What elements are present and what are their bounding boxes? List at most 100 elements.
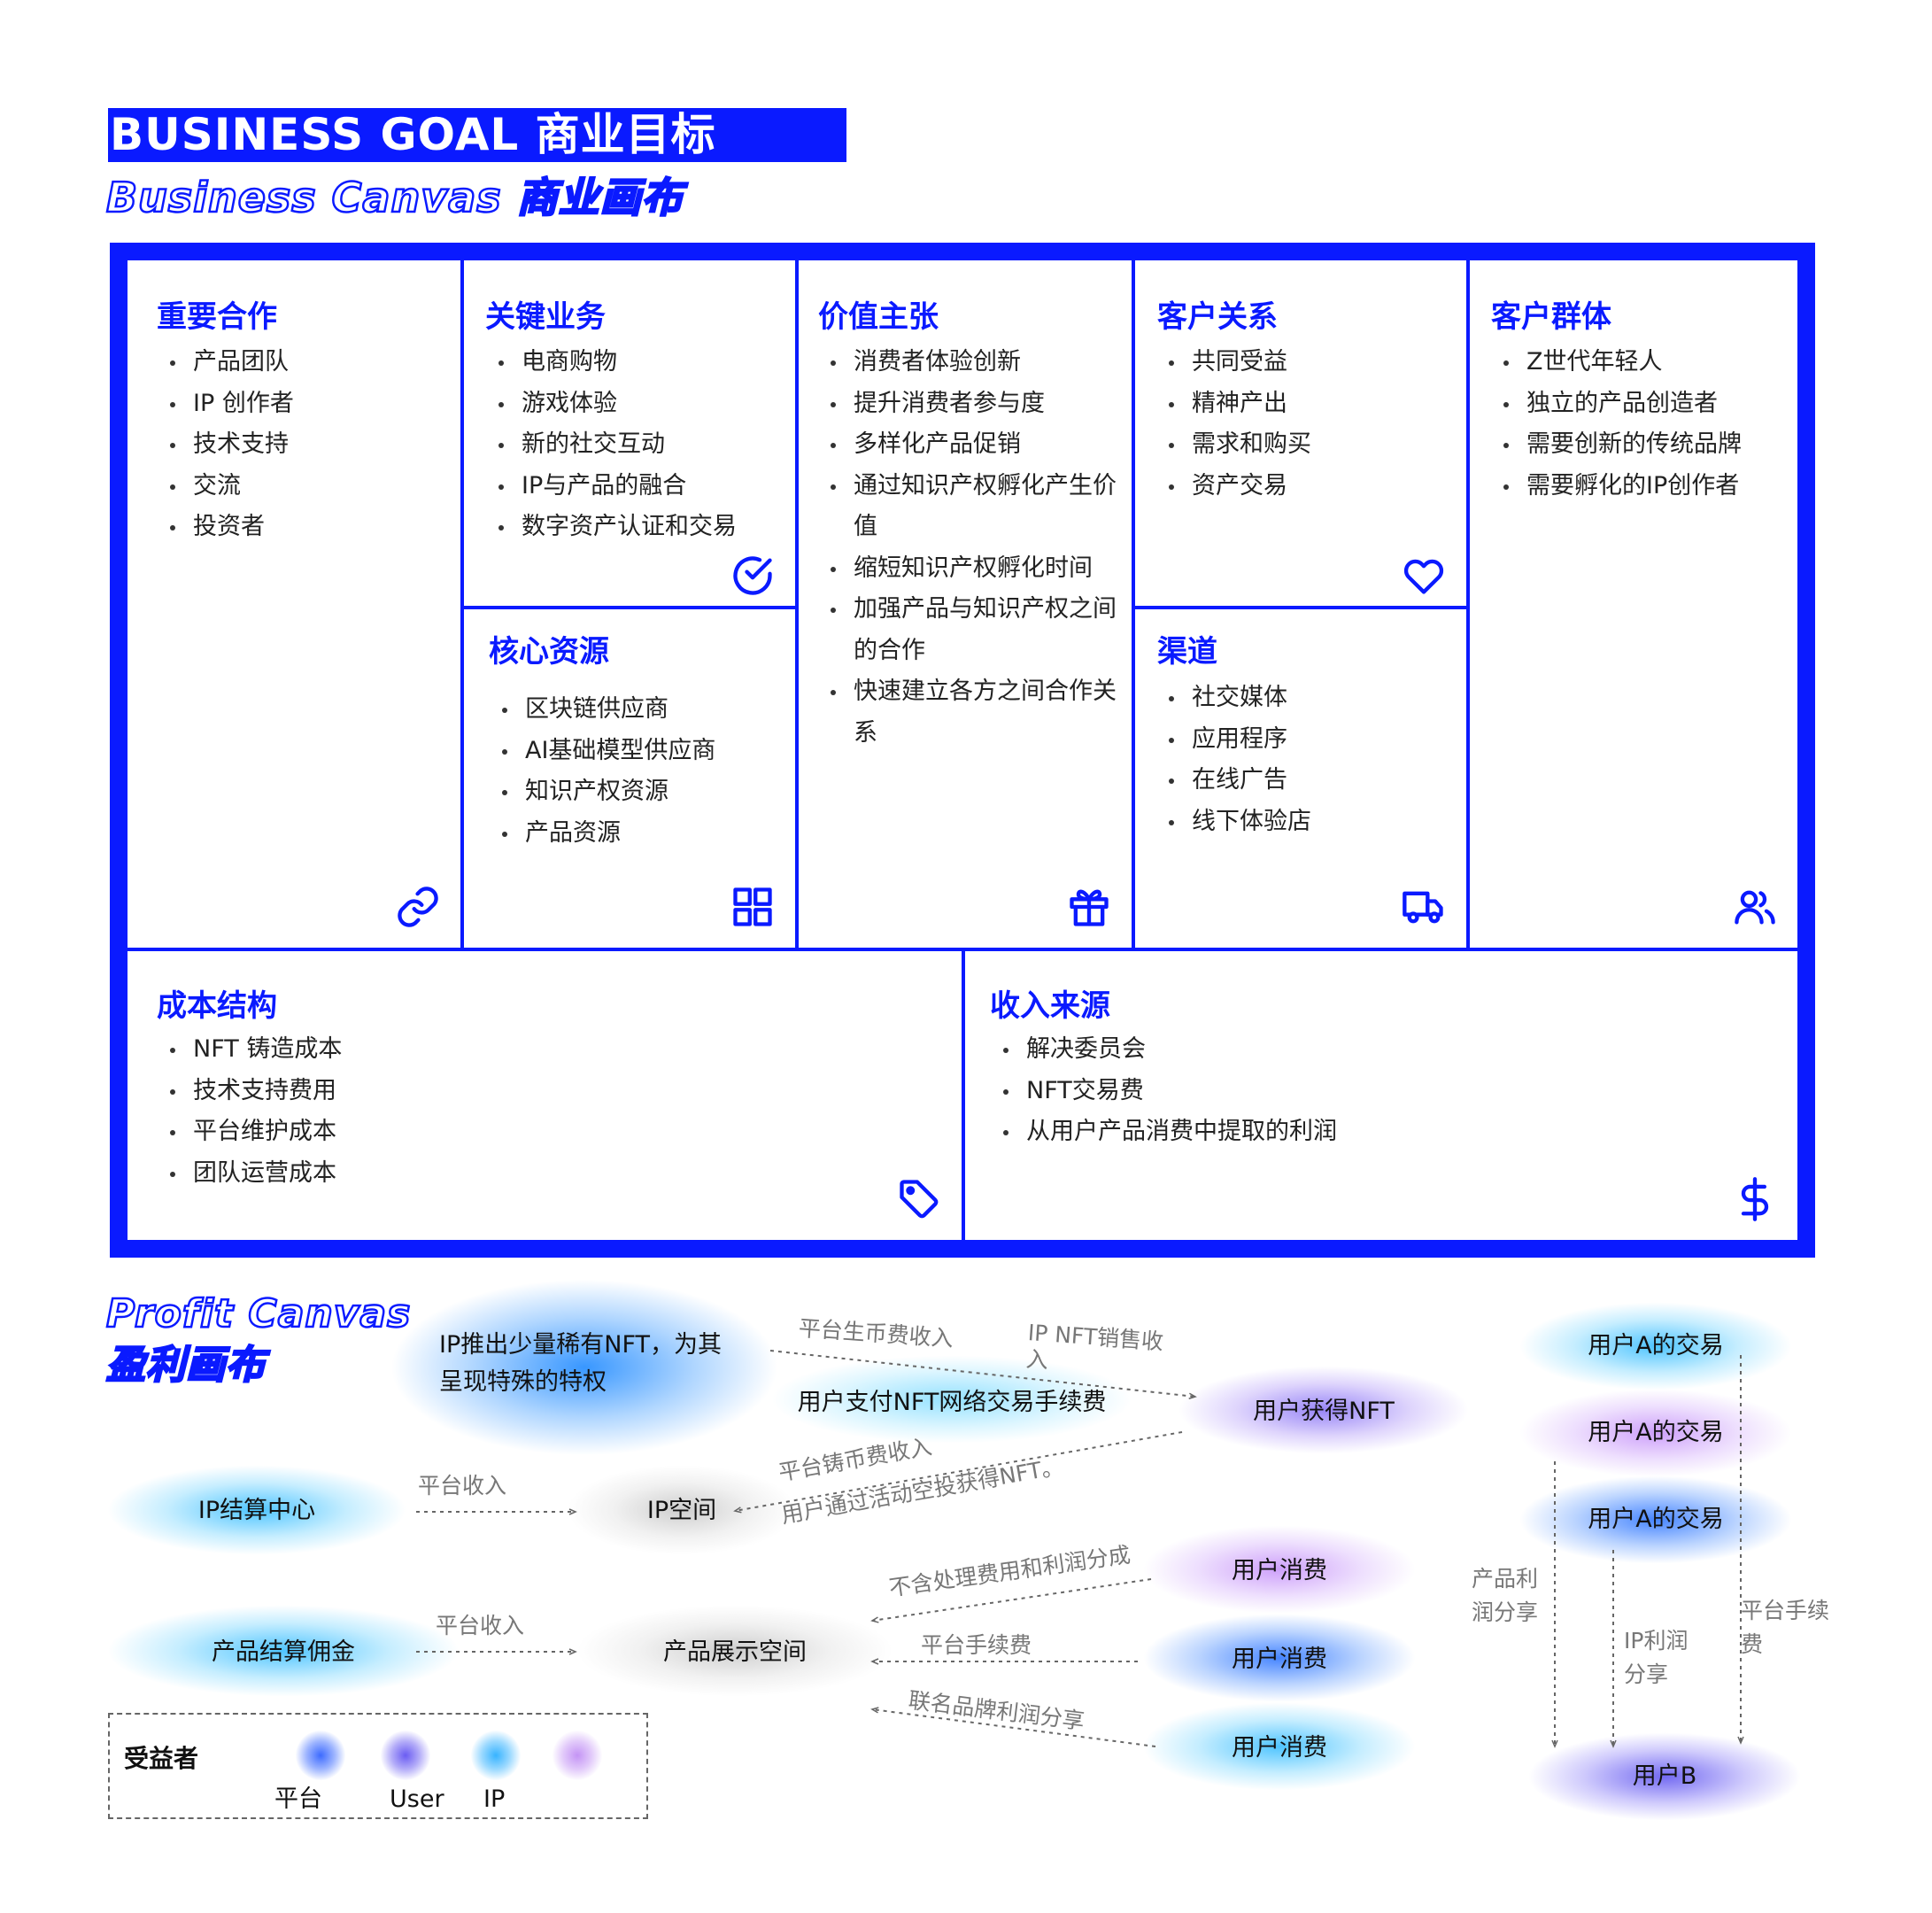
key-resources-list: 区块链供应商 AI基础模型供应商 知识产权资源 产品资源 [500,689,715,854]
node-user-a-tx-2: 用户A的交易 [1588,1419,1724,1446]
node-product-commission: 产品结算佣金 [212,1638,355,1666]
node-user-pays-fee: 用户支付NFT网络交易手续费 [797,1389,1107,1416]
heart-icon [1401,553,1447,599]
node-user-a-tx-1: 用户A的交易 [1588,1332,1724,1359]
legend-dot-ip [471,1731,521,1780]
list-item: 游戏体验 [497,383,737,425]
key-activities-title: 关键业务 [485,299,606,335]
profit-canvas-title-en: Profit Canvas [105,1290,412,1338]
key-partners-list: 产品团队 IP 创作者 技术支持 交流 投资者 [168,342,294,548]
value-propositions-list: 消费者体验创新 提升消费者参与度 多样化产品促销 通过知识产权孵化产生价值 缩短… [829,342,1121,754]
legend-label-platform: 平台 [274,1785,322,1813]
edge-label-platform-income-1: 平台收入 [418,1473,507,1499]
list-item: 消费者体验创新 [829,342,1121,383]
list-item: 需要孵化的IP创作者 [1502,466,1758,507]
value-propositions-title: 价值主张 [818,299,939,335]
list-item: 电商购物 [497,342,737,383]
business-canvas-frame: 重要合作 产品团队 IP 创作者 技术支持 交流 投资者 关键业务 电商购物 游… [110,243,1815,1258]
beneficiary-legend: 受益者 平台 User IP [108,1713,648,1819]
list-item: 社交媒体 [1167,678,1311,719]
cost-structure-cell: 成本结构 NFT 铸造成本 技术支持费用 平台维护成本 团队运营成本 [128,951,962,1240]
customer-relationships-cell: 客户关系 共同受益 精神产出 需求和购买 资产交易 [1135,260,1466,606]
users-icon [1732,884,1778,930]
revenue-streams-cell: 收入来源 解决委员会 NFT交易费 从用户产品消费中提取的利润 [965,951,1797,1240]
tag-icon [896,1176,942,1222]
node-user-a-tx-3: 用户A的交易 [1588,1506,1724,1533]
node-user-consume-1: 用户消费 [1232,1557,1327,1584]
list-item: 应用程序 [1167,719,1311,761]
dollar-icon [1732,1176,1778,1222]
list-item: 产品团队 [168,342,294,383]
list-item: 需求和购买 [1167,424,1311,466]
key-partners-cell: 重要合作 产品团队 IP 创作者 技术支持 交流 投资者 [128,260,460,948]
list-item: NFT 铸造成本 [168,1029,342,1071]
node-ip-settlement: IP结算中心 [197,1497,316,1524]
revenue-streams-title: 收入来源 [990,988,1110,1024]
customer-segments-cell: 客户群体 Z世代年轻人 独立的产品创造者 需要创新的传统品牌 需要孵化的IP创作… [1470,260,1797,948]
node-user-b: 用户B [1632,1762,1697,1790]
list-item: 技术支持 [168,424,294,466]
list-item: 通过知识产权孵化产生价值 [829,466,1121,548]
legend-label-ip: IP [483,1785,506,1813]
node-ip-launch: IP推出少量稀有NFT，为其呈现特殊的特权 [439,1331,722,1396]
edge-label-platform-income-2: 平台收入 [436,1613,525,1638]
list-item: 团队运营成本 [168,1153,342,1195]
channels-title: 渠道 [1157,634,1217,670]
list-item: 需要创新的传统品牌 [1502,424,1758,466]
list-item: 快速建立各方之间合作关系 [829,671,1121,754]
customer-segments-title: 客户群体 [1491,299,1611,335]
check-circle-icon [730,553,776,599]
edge-label-excl-fees: 不含处理费用和利润分成 [887,1541,1132,1601]
list-item: 多样化产品促销 [829,424,1121,466]
list-item: IP与产品的融合 [497,466,737,507]
list-item: 技术支持费用 [168,1071,342,1112]
list-item: 投资者 [168,507,294,548]
customer-relationships-title: 客户关系 [1157,299,1278,335]
legend-dot-platform [296,1731,345,1780]
node-ip-space: IP空间 [646,1497,717,1524]
list-item: 知识产权资源 [500,771,715,813]
cost-structure-list: NFT 铸造成本 技术支持费用 平台维护成本 团队运营成本 [168,1029,342,1194]
cost-structure-title: 成本结构 [157,988,277,1024]
customer-segments-list: Z世代年轻人 独立的产品创造者 需要创新的传统品牌 需要孵化的IP创作者 [1502,342,1758,507]
list-item: 共同受益 [1167,342,1311,383]
gift-icon [1066,884,1112,930]
grid-icon [730,884,776,930]
channels-cell: 渠道 社交媒体 应用程序 在线广告 线下体验店 [1135,609,1466,948]
key-resources-title: 核心资源 [489,634,609,670]
list-item: 资产交易 [1167,466,1311,507]
customer-relationships-list: 共同受益 精神产出 需求和购买 资产交易 [1167,342,1311,507]
list-item: 缩短知识产权孵化时间 [829,548,1121,590]
edge-label-platform-coin-fee: 平台生币费收入 [797,1314,954,1352]
edge-label-platform-handling-fee: 平台手续费 [1741,1598,1830,1657]
edge-label-product-profit-share: 产品利润分享 [1472,1566,1539,1625]
truck-icon [1401,884,1447,930]
list-item: 新的社交互动 [497,424,737,466]
legend-dot-other [553,1731,602,1780]
legend-dot-user [381,1731,430,1780]
edge-label-ip-nft-sales: IP NFT销售收入 [1024,1320,1164,1374]
node-user-consume-2: 用户消费 [1232,1646,1327,1673]
list-item: 从用户产品消费中提取的利润 [1001,1111,1337,1153]
list-item: 线下体验店 [1167,802,1311,843]
channels-list: 社交媒体 应用程序 在线广告 线下体验店 [1167,678,1311,842]
key-resources-cell: 核心资源 区块链供应商 AI基础模型供应商 知识产权资源 产品资源 [464,609,795,948]
node-user-gets-nft: 用户获得NFT [1253,1398,1395,1425]
list-item: NFT交易费 [1001,1071,1337,1112]
revenue-streams-list: 解决委员会 NFT交易费 从用户产品消费中提取的利润 [1001,1029,1337,1153]
node-user-consume-3: 用户消费 [1232,1734,1327,1762]
value-propositions-cell: 价值主张 消费者体验创新 提升消费者参与度 多样化产品促销 通过知识产权孵化产生… [799,260,1132,948]
list-item: 精神产出 [1167,383,1311,425]
profit-canvas-title-cn: 盈利画布 [105,1342,267,1390]
list-item: 数字资产认证和交易 [497,507,737,548]
list-item: 区块链供应商 [500,689,715,731]
list-item: IP 创作者 [168,383,294,425]
edge-label-ip-profit-share: IP利润分享 [1624,1628,1689,1687]
legend-title: 受益者 [124,1744,199,1773]
business-canvas-title: Business Canvas 商业画布 [105,173,684,223]
list-item: 平台维护成本 [168,1111,342,1153]
page-title: BUSINESS GOAL 商业目标 [110,109,716,160]
list-item: 提升消费者参与度 [829,383,1121,425]
node-product-display: 产品展示空间 [663,1638,807,1666]
list-item: AI基础模型供应商 [500,731,715,772]
